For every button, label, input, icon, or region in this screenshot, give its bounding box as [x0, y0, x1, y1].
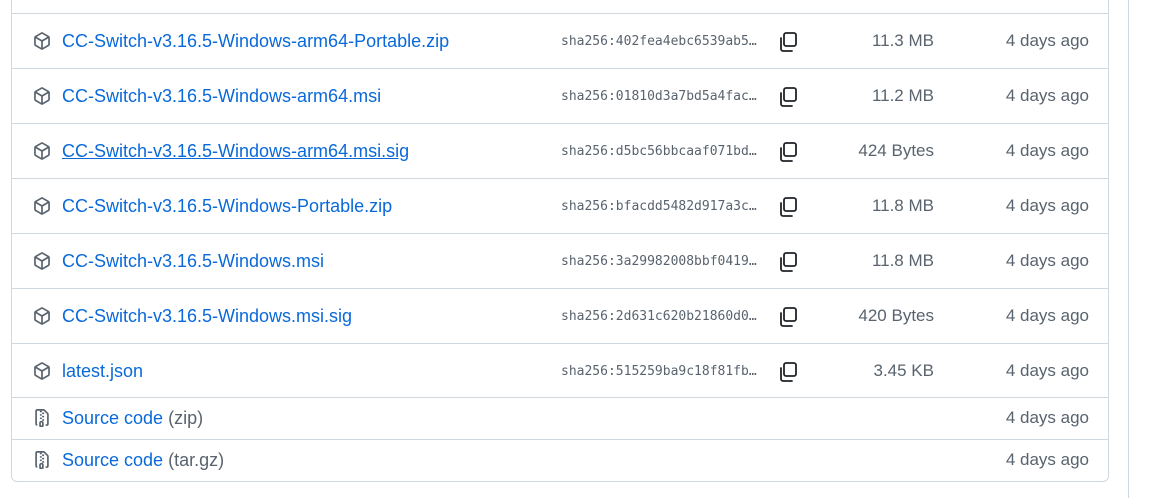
asset-link[interactable]: CC-Switch-v3.16.5-Windows.msi.sig [62, 305, 352, 327]
source-code-row: Source code (tar.gz) 4 days ago [12, 439, 1108, 481]
asset-date: 4 days ago [1005, 251, 1089, 270]
asset-size: 11.2 MB [871, 86, 934, 105]
asset-date: 4 days ago [1005, 86, 1089, 105]
asset-sha256: sha256:bfacdd5482d917a3c… [561, 199, 757, 214]
package-icon [33, 362, 51, 380]
asset-date: 4 days ago [1005, 408, 1089, 427]
asset-size: 420 Bytes [858, 306, 934, 325]
asset-row: CC-Switch-v3.16.5-Windows-Portable.zip s… [12, 178, 1108, 233]
copy-icon[interactable] [776, 30, 800, 54]
asset-row: CC-Switch-v3.16.5-Windows.msi.sig sha256… [12, 288, 1108, 343]
package-icon [33, 197, 51, 215]
package-icon [33, 307, 51, 325]
source-code-ext: (zip) [168, 408, 204, 428]
copy-icon[interactable] [776, 85, 800, 109]
asset-size: 424 Bytes [858, 141, 934, 160]
source-code-row: Source code (zip) 4 days ago [12, 397, 1108, 439]
asset-row: CC-Switch-v3.16.5-Windows-arm64.msi sha2… [12, 68, 1108, 123]
asset-link[interactable]: latest.json [62, 360, 143, 382]
asset-date: 4 days ago [1005, 361, 1089, 380]
asset-size: 11.3 MB [871, 31, 934, 50]
asset-sha256: sha256:01810d3a7bd5a4fac… [561, 89, 757, 104]
package-icon [33, 87, 51, 105]
copy-icon[interactable] [776, 305, 800, 329]
asset-link[interactable]: CC-Switch-v3.16.5-Windows-Portable.zip [62, 195, 392, 217]
source-code-label[interactable]: Source code [62, 450, 163, 470]
source-code-link[interactable]: Source code (tar.gz) [62, 449, 224, 471]
release-assets-list: CC-Switch-v3.16.5-Windows-arm64-Portable… [11, 0, 1109, 482]
copy-icon[interactable] [776, 360, 800, 384]
asset-sha256: sha256:515259ba9c18f81fb… [561, 364, 757, 379]
asset-sha256: sha256:2d631c620b21860d0… [561, 309, 757, 324]
asset-date: 4 days ago [1005, 141, 1089, 160]
asset-size: 11.8 MB [871, 196, 934, 215]
asset-date: 4 days ago [1005, 306, 1089, 325]
asset-row: CC-Switch-v3.16.5-Windows-arm64.msi.sig … [12, 123, 1108, 178]
package-icon [33, 32, 51, 50]
package-icon [33, 142, 51, 160]
asset-sha256: sha256:3a29982008bbf0419… [561, 254, 757, 269]
file-zip-icon [33, 451, 51, 469]
copy-icon[interactable] [776, 250, 800, 274]
asset-row: CC-Switch-v3.16.5-Windows-arm64-Portable… [12, 13, 1108, 68]
copy-icon[interactable] [776, 140, 800, 164]
page-divider [1128, 0, 1129, 498]
asset-date: 4 days ago [1005, 196, 1089, 215]
asset-link[interactable]: CC-Switch-v3.16.5-Windows-arm64-Portable… [62, 30, 449, 52]
source-code-label[interactable]: Source code [62, 408, 163, 428]
asset-date: 4 days ago [1005, 450, 1089, 469]
file-zip-icon [33, 409, 51, 427]
source-code-ext: (tar.gz) [168, 450, 225, 470]
package-icon [33, 252, 51, 270]
asset-link[interactable]: CC-Switch-v3.16.5-Windows.msi [62, 250, 324, 272]
asset-date: 4 days ago [1005, 31, 1089, 50]
asset-link[interactable]: CC-Switch-v3.16.5-Windows-arm64.msi [62, 85, 381, 107]
source-code-link[interactable]: Source code (zip) [62, 407, 203, 429]
asset-sha256: sha256:d5bc56bbcaaf071bd… [561, 144, 757, 159]
asset-link[interactable]: CC-Switch-v3.16.5-Windows-arm64.msi.sig [62, 140, 409, 162]
asset-size: 11.8 MB [871, 251, 934, 270]
asset-row: CC-Switch-v3.16.5-Windows.msi sha256:3a2… [12, 233, 1108, 288]
asset-row: latest.json sha256:515259ba9c18f81fb… 3.… [12, 343, 1108, 398]
asset-sha256: sha256:402fea4ebc6539ab5… [561, 34, 757, 49]
asset-size: 3.45 KB [873, 361, 935, 380]
copy-icon[interactable] [776, 195, 800, 219]
